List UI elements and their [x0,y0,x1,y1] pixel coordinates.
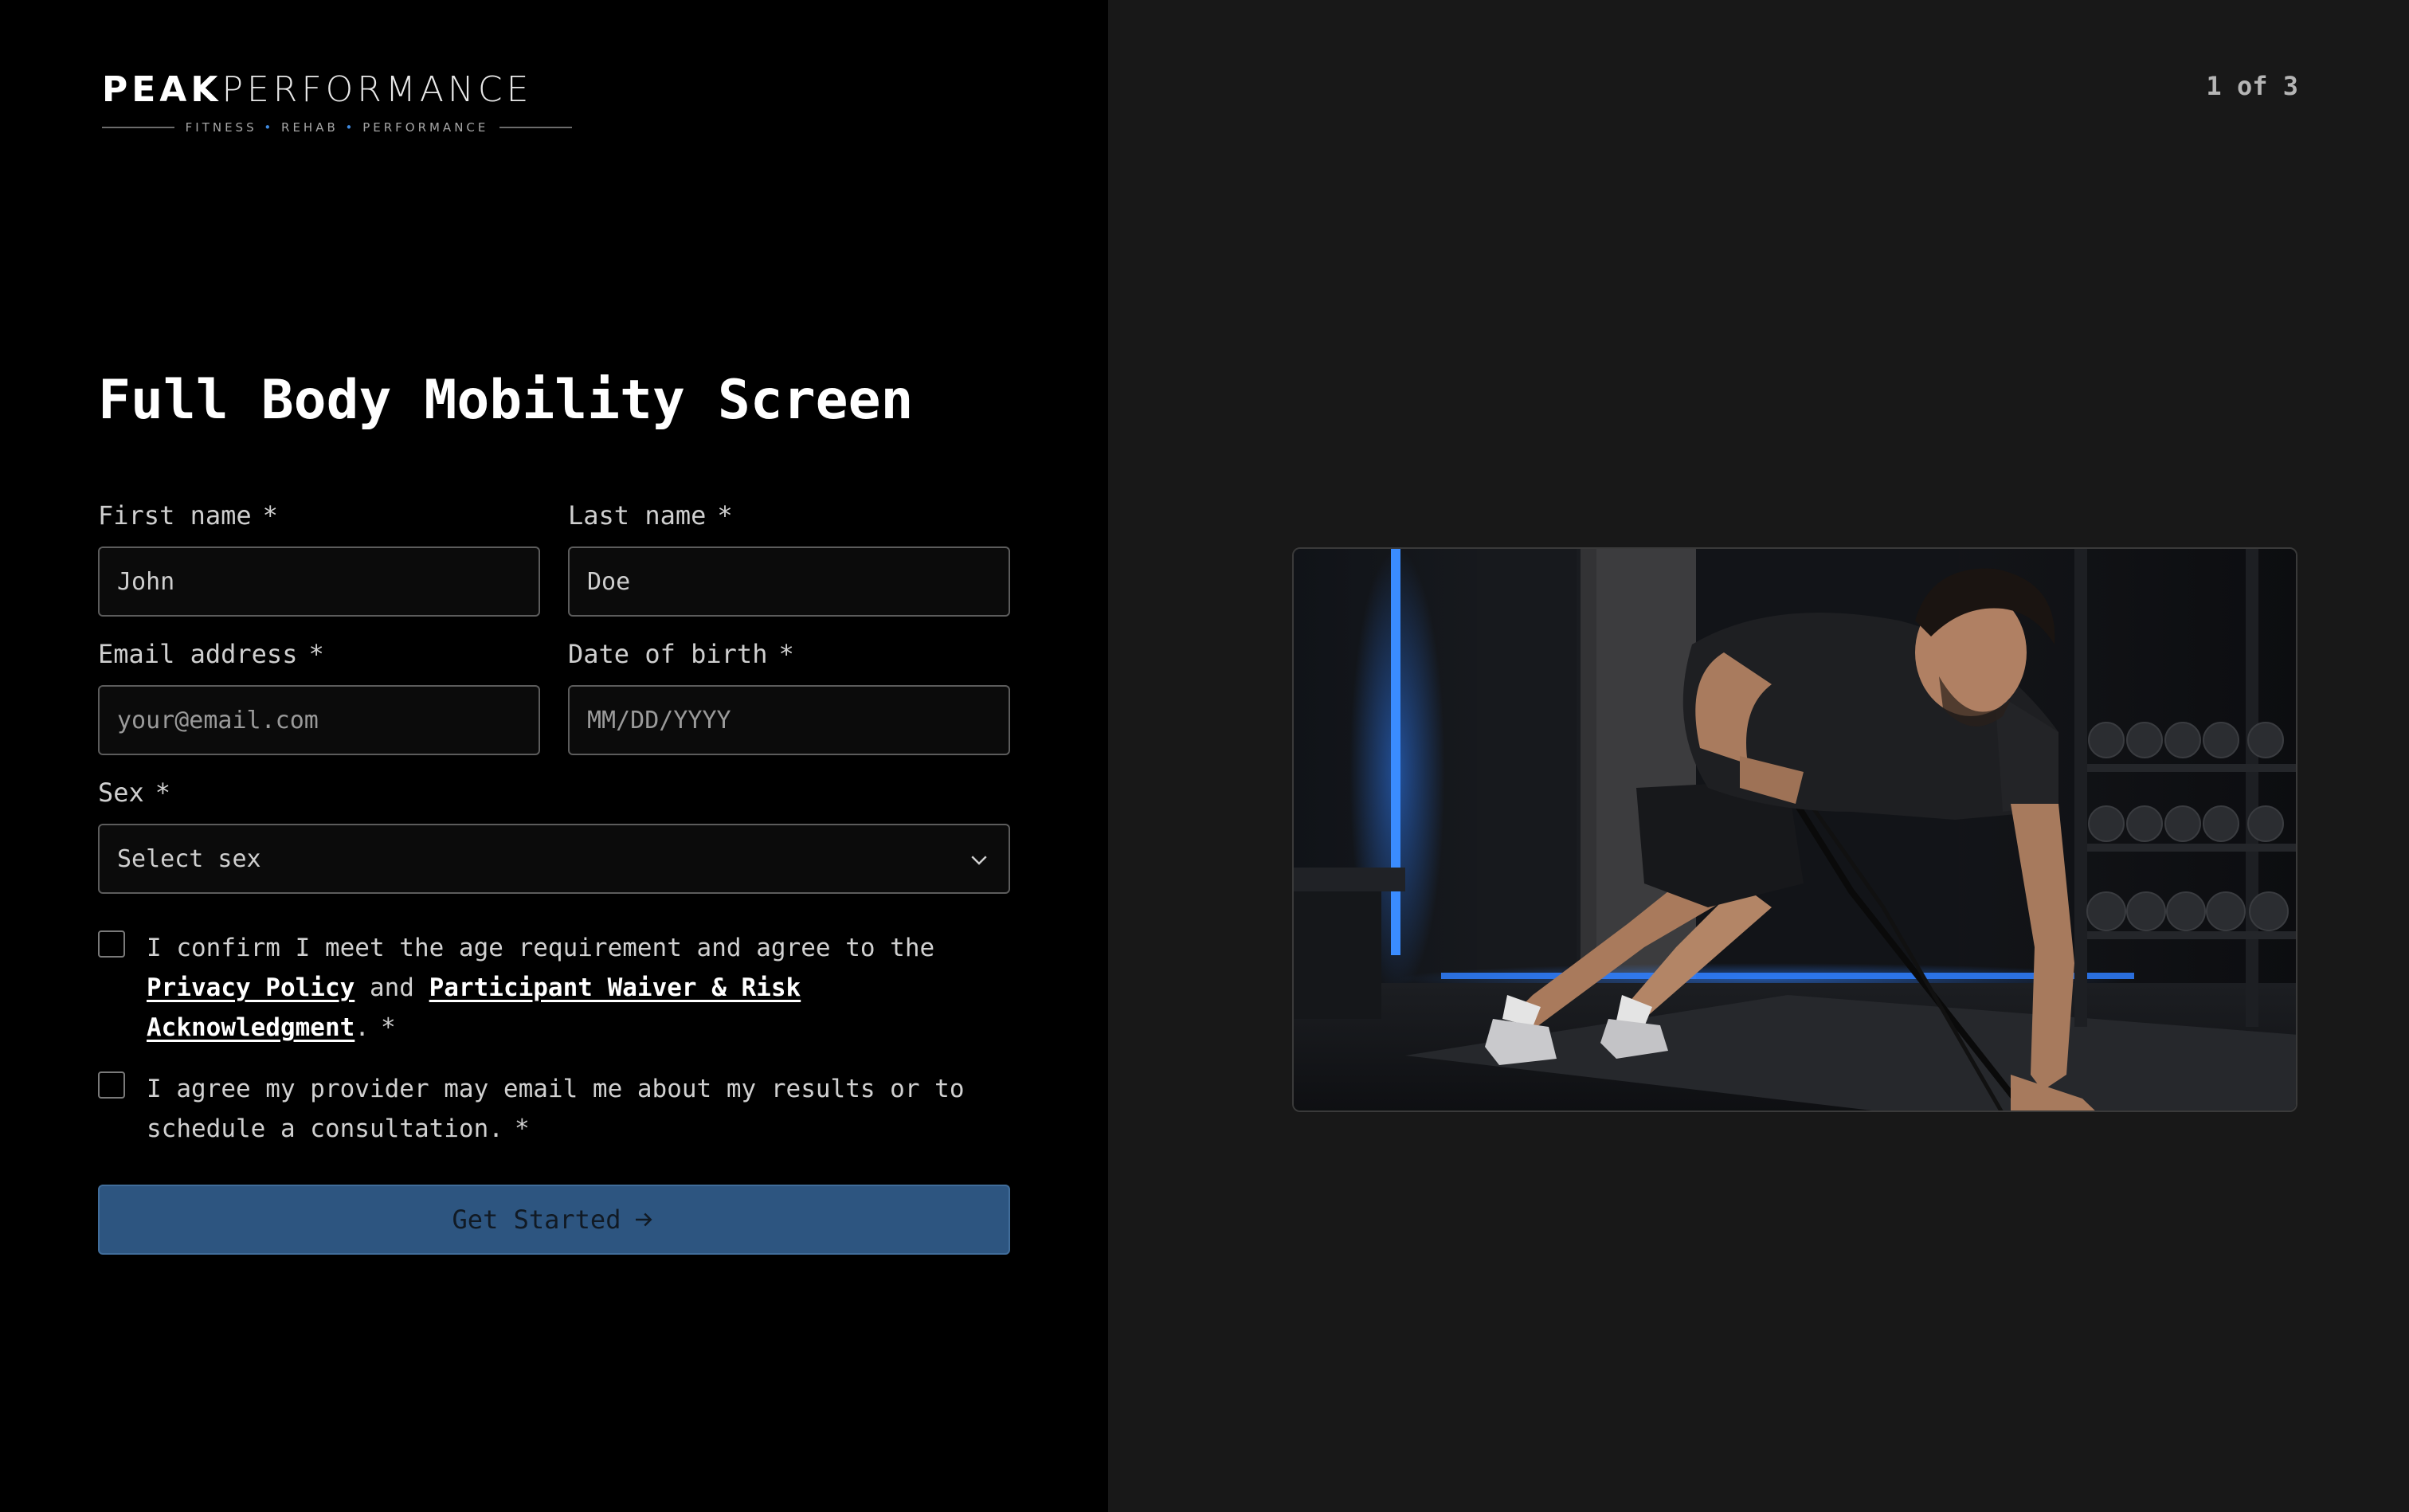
required-mark: * [778,639,794,669]
first-name-label-text: First name [98,500,252,531]
required-mark: * [308,639,324,669]
sex-label: Sex * [98,777,170,809]
dob-label-text: Date of birth [568,639,768,669]
arrow-right-icon [636,1212,652,1227]
email-consent-text: I agree my provider may email me about m… [147,1069,1007,1149]
terms-checkbox[interactable] [98,930,125,958]
email-consent-label: I agree my provider may email me about m… [147,1075,965,1143]
brand-tagline-row: FITNESS • REHAB • PERFORMANCE [102,118,573,137]
form-panel: PEAKPERFORMANCE FITNESS • REHAB • PERFOR… [0,0,1108,1512]
tagline-dot: • [264,120,275,135]
tagline-word: FITNESS [185,120,257,135]
dob-input[interactable] [568,685,1010,755]
terms-consent-text: I confirm I meet the age requirement and… [147,928,1007,1048]
required-mark: * [717,500,733,531]
privacy-policy-link[interactable]: Privacy Policy [147,973,354,1002]
sex-label-text: Sex [98,778,144,808]
first-name-input[interactable] [98,546,540,617]
tagline-dot: • [345,120,356,135]
chevron-down-icon [971,856,987,865]
sex-select[interactable]: Select sex [98,824,1010,894]
athlete-plank-row-illustration [1294,549,2296,1110]
tagline-word: REHAB [281,120,339,135]
last-name-label: Last name * [568,499,733,531]
tagline-rule-right [499,127,573,128]
brand-wordmark: PEAKPERFORMANCE [102,70,572,110]
required-mark: * [262,500,278,531]
brand-tagline: FITNESS • REHAB • PERFORMANCE [186,120,489,135]
email-input[interactable] [98,685,540,755]
tagline-word: PERFORMANCE [362,120,489,135]
required-mark: * [514,1114,530,1143]
required-mark: * [155,778,171,808]
terms-text-after: . [354,1013,370,1042]
terms-text-before: I confirm I meet the age requirement and… [147,934,935,962]
step-indicator: 1 of 3 [2206,71,2298,101]
brand-logo: PEAKPERFORMANCE FITNESS • REHAB • PERFOR… [102,70,573,142]
dob-label: Date of birth * [568,638,794,670]
get-started-button[interactable]: Get Started [98,1185,1010,1255]
first-name-label: First name * [98,499,278,531]
terms-text-middle: and [354,973,429,1002]
tagline-rule-left [102,127,174,128]
brand-name-light: PERFORMANCE [221,69,533,110]
hero-image [1292,547,2297,1112]
required-mark: * [380,1013,396,1042]
sex-select-value: Select sex [117,844,261,873]
get-started-label: Get Started [452,1205,621,1235]
last-name-label-text: Last name [568,500,707,531]
brand-name-bold: PEAK [102,69,222,110]
email-consent-checkbox[interactable] [98,1071,125,1099]
email-label-text: Email address [98,639,298,669]
page-title: Full Body Mobility Screen [98,369,914,432]
last-name-input[interactable] [568,546,1010,617]
email-label: Email address * [98,638,324,670]
